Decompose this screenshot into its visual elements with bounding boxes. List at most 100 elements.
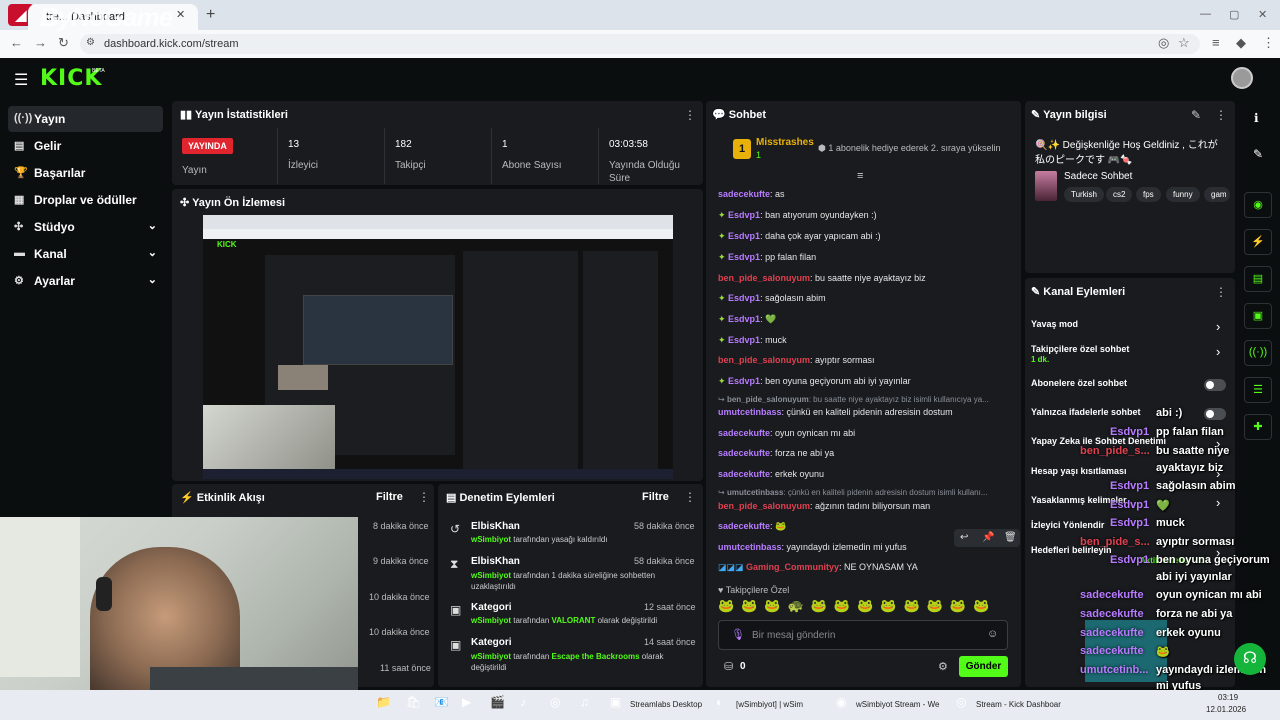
chat-username[interactable]: Esdvp1	[728, 231, 760, 241]
mic-icon[interactable]: 🎙	[731, 628, 745, 641]
chat-message[interactable]: ✦ Esdvp1: sağolasın abim	[718, 293, 1018, 304]
tools-icon[interactable]: ✚	[1244, 414, 1272, 440]
info-icon[interactable]: ℹ	[1254, 111, 1259, 125]
pin-icon[interactable]: 📌	[982, 532, 994, 543]
outlook-icon[interactable]: 📧	[434, 695, 449, 709]
reply-icon[interactable]: ↩	[960, 532, 968, 543]
user-avatar[interactable]	[1231, 67, 1253, 89]
taskbar-app-label[interactable]: [wSimbiyot] | wSim	[736, 700, 824, 709]
site-info-icon[interactable]: ⚙	[86, 37, 95, 48]
chat-settings-icon[interactable]: ⚙	[938, 660, 948, 673]
chat-message[interactable]: ◪◪◪ Gaming_Communityy: NE OYNASAM YA	[718, 562, 1018, 573]
chat-username[interactable]: umutcetinbass	[718, 542, 782, 552]
chat-tool-icon[interactable]: ▣	[1244, 303, 1272, 329]
youtube-icon[interactable]: ▶	[462, 695, 471, 709]
spotify-icon[interactable]: ♫	[580, 695, 589, 709]
chat-username[interactable]: ben_pide_salonuyum	[718, 355, 810, 365]
back-icon[interactable]: ←	[10, 35, 23, 50]
chat-message[interactable]: ✦ Esdvp1: ben oyuna geçiyorum abi iyi ya…	[718, 376, 1018, 387]
channel-actions-menu-icon[interactable]: ⋮	[1215, 285, 1227, 299]
activity-filter-button[interactable]: Filtre	[376, 491, 403, 503]
edit-info-icon[interactable]: ✎	[1191, 108, 1201, 122]
channel-action-item[interactable]: Yalnızca ifadelerle sohbet	[1031, 407, 1141, 417]
chat-message[interactable]: ↪ umutcetinbass: çünkü en kaliteli piden…	[718, 488, 1018, 497]
chat-username[interactable]: Esdvp1	[728, 252, 760, 262]
sidebar-item-basarilar[interactable]: 🏆 Başarılar	[8, 160, 163, 186]
streamlabs-icon[interactable]: ▣	[610, 695, 621, 709]
chat-username[interactable]: Esdvp1	[728, 335, 760, 345]
tag-pill[interactable]: fps	[1136, 187, 1161, 202]
collapse-icon[interactable]: ≡	[857, 170, 863, 182]
stats-menu-icon[interactable]: ⋮	[684, 108, 696, 122]
chevron-right-icon[interactable]: ›	[1216, 495, 1220, 510]
chat-message[interactable]: ✦ Esdvp1: daha çok ayar yapıcam abi :)	[718, 231, 1018, 242]
profile-extension-icon[interactable]: ◆	[1236, 35, 1246, 51]
chat-message[interactable]: ben_pide_salonuyum: ayıptır sorması	[718, 355, 1018, 365]
chat-username[interactable]: ben_pide_salonuyum	[718, 501, 810, 511]
discord-icon[interactable]: ◐	[716, 695, 723, 709]
send-button[interactable]: Gönder	[959, 656, 1008, 677]
queue-icon[interactable]: ☰	[1244, 377, 1272, 403]
stream-info-menu-icon[interactable]: ⋮	[1215, 108, 1227, 122]
raid-icon[interactable]: ((·))	[1244, 340, 1272, 366]
sidebar-item-kanal[interactable]: ▬ Kanal ⌄	[8, 241, 163, 267]
toggle-switch[interactable]	[1204, 408, 1226, 420]
chat-username[interactable]: umutcetinbass	[718, 407, 782, 417]
chat-username[interactable]: Esdvp1	[728, 293, 760, 303]
browser-menu-icon[interactable]: ⋮	[1262, 35, 1275, 51]
chat-username[interactable]: umutcetinbass	[727, 488, 783, 497]
eye-off-icon[interactable]: ◎	[1158, 35, 1169, 51]
channel-action-item[interactable]: İzleyici Yönlendir	[1031, 520, 1104, 530]
chat-username[interactable]: sadecekufte	[718, 448, 770, 458]
chat-username[interactable]: Esdvp1	[728, 210, 760, 220]
emote-row[interactable]: 🐸🐸🐸🐢🐸🐸🐸🐸🐸🐸🐸🐸	[718, 598, 996, 614]
maximize-icon[interactable]: ▢	[1229, 8, 1239, 21]
window-close-icon[interactable]: ✕	[1258, 8, 1267, 21]
delete-icon[interactable]: 🗑	[1004, 532, 1017, 543]
tag-pill[interactable]: Turkish	[1064, 187, 1104, 202]
edit-icon[interactable]: ✎	[1253, 147, 1263, 161]
tab-close-icon[interactable]: ✕	[176, 8, 185, 21]
edge-icon[interactable]: ◉	[836, 695, 846, 709]
tag-pill[interactable]: cs2	[1106, 187, 1133, 202]
chat-username[interactable]: ben_pide_salonuyum	[718, 273, 810, 283]
tag-pill[interactable]: funny	[1166, 187, 1200, 202]
chat-username[interactable]: Gaming_Communityy	[746, 562, 839, 572]
chat-username[interactable]: sadecekufte	[718, 469, 770, 479]
support-button[interactable]: ☊	[1234, 643, 1266, 675]
sidebar-item-studyo[interactable]: ✣ Stüdyo ⌄	[8, 214, 163, 240]
chat-message[interactable]: ✦ Esdvp1: ban atıyorum oyundayken :)	[718, 210, 1018, 221]
chat-message[interactable]: ✦ Esdvp1: 💚	[718, 314, 1018, 325]
sidebar-item-yayin[interactable]: ((·)) Yayın	[8, 106, 163, 132]
channel-action-item[interactable]: Yavaş mod	[1031, 319, 1078, 329]
chat-message[interactable]: ↪ ben_pide_salonuyum: bu saatte niye aya…	[718, 395, 1018, 404]
chat-message[interactable]: ✦ Esdvp1: muck	[718, 335, 1018, 346]
file-explorer-icon[interactable]: 📁	[376, 695, 391, 709]
toggle-switch[interactable]	[1204, 379, 1226, 391]
menu-icon[interactable]: ☰	[14, 70, 28, 90]
poll-icon[interactable]: ▤	[1244, 266, 1272, 292]
chat-username[interactable]: Esdvp1	[728, 314, 760, 324]
chat-username[interactable]: sadecekufte	[718, 189, 770, 199]
chat-message[interactable]: sadecekufte: erkek oyunu	[718, 469, 1018, 479]
new-tab-icon[interactable]: +	[206, 6, 215, 24]
chat-username[interactable]: sadecekufte	[718, 428, 770, 438]
chat-message[interactable]: sadecekufte: as	[718, 189, 1018, 199]
tag-pill[interactable]: gam	[1204, 187, 1230, 202]
chat-message[interactable]: ✦ Esdvp1: pp falan filan	[718, 252, 1018, 263]
taskbar-app-label[interactable]: wSimbiyot Stream - We	[856, 700, 946, 709]
taskbar-app-label[interactable]: Stream - Kick Dashboar	[976, 700, 1068, 709]
chat-username[interactable]: Esdvp1	[728, 376, 760, 386]
sidebar-item-droplar[interactable]: ▦ Droplar ve ödüller	[8, 187, 163, 213]
reload-icon[interactable]: ↻	[58, 35, 69, 51]
pinned-user[interactable]: Misstrashes	[756, 137, 814, 148]
sidebar-item-ayarlar[interactable]: ⚙ Ayarlar ⌄	[8, 268, 163, 294]
url-field[interactable]: dashboard.kick.com/stream	[80, 34, 1200, 54]
chevron-right-icon[interactable]: ›	[1216, 319, 1220, 334]
channel-action-item[interactable]: Hesap yaşı kısıtlaması	[1031, 466, 1127, 476]
stream-preview-video[interactable]: KICK	[203, 215, 673, 479]
instagram-icon[interactable]: ◎	[550, 695, 560, 709]
chat-message[interactable]: umutcetinbass: çünkü en kaliteli pidenin…	[718, 407, 1018, 417]
sidebar-item-gelir[interactable]: ▤ Gelir	[8, 133, 163, 159]
channel-action-item[interactable]: Takipçilere özel sohbet	[1031, 344, 1129, 354]
